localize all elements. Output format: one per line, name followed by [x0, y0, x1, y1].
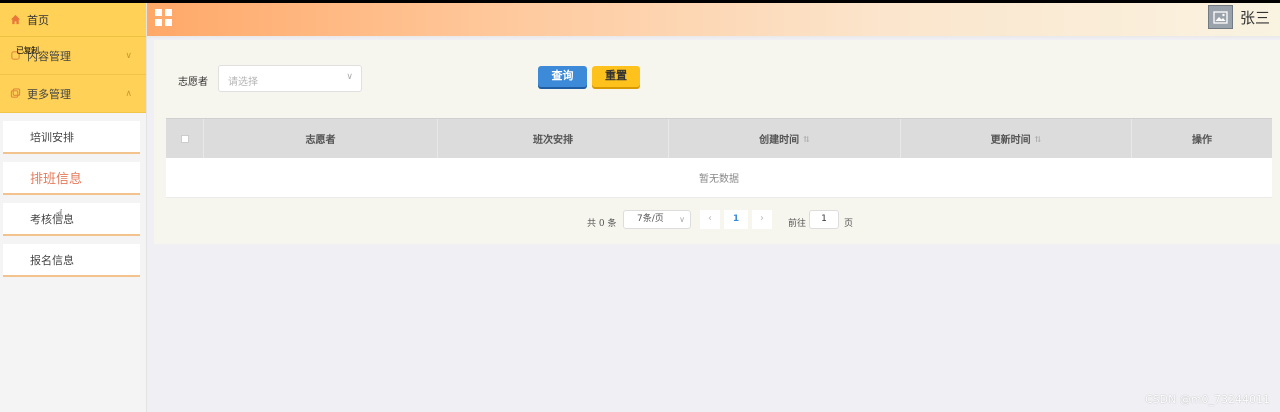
- volunteer-select[interactable]: 请选择 ∨: [218, 65, 362, 92]
- next-page-button[interactable]: ›: [752, 210, 772, 229]
- col-updated-time[interactable]: 更新时间 ⇅: [901, 119, 1132, 158]
- hand-cursor-icon: ☝: [55, 207, 64, 223]
- total-count: 共 0 条: [587, 219, 617, 229]
- home-icon: [10, 14, 21, 25]
- col-actions: 操作: [1192, 135, 1212, 146]
- sort-icon: ⇅: [803, 133, 810, 144]
- image-icon[interactable]: [1208, 5, 1233, 29]
- volunteer-filter-label: 志愿者: [178, 77, 208, 88]
- main-panel: 志愿者 请选择 ∨ 查询 重置 志愿者 班次安排 创建时间 ⇅ 更新时间 ⇅ 操作 …: [154, 40, 1280, 244]
- sidebar: 首页 内容管理 ∨ 更多管理 ∧ 已复制 培训安排 排班信息 考核信息 报名信息…: [0, 3, 147, 412]
- select-all-checkbox[interactable]: [166, 119, 204, 158]
- sidebar-item-home[interactable]: 首页: [0, 3, 146, 37]
- select-placeholder: 请选择: [228, 77, 258, 88]
- chevron-down-icon: ∨: [346, 72, 353, 82]
- sidebar-item-label: 首页: [27, 13, 49, 27]
- data-table: 志愿者 班次安排 创建时间 ⇅ 更新时间 ⇅ 操作 暂无数据: [166, 118, 1272, 198]
- watermark: CSDN @m0_73244011: [1144, 393, 1270, 406]
- goto-page-input[interactable]: 1: [809, 210, 839, 229]
- pagination: 共 0 条 7条/页 ∨ ‹ 1 › 前往 1 页: [154, 210, 1280, 230]
- page-size-select[interactable]: 7条/页 ∨: [623, 210, 691, 229]
- empty-text: 暂无数据: [699, 174, 739, 185]
- sidebar-group-more[interactable]: 更多管理 ∧: [0, 75, 146, 113]
- col-volunteer: 志愿者: [204, 119, 438, 158]
- query-button[interactable]: 查询: [538, 66, 587, 87]
- col-shift: 班次安排: [438, 119, 669, 158]
- sidebar-item-training[interactable]: 培训安排: [3, 121, 140, 154]
- top-header: 张三: [147, 3, 1280, 36]
- header-divider: [147, 36, 1280, 39]
- reset-button[interactable]: 重置: [592, 66, 640, 87]
- table-header: 志愿者 班次安排 创建时间 ⇅ 更新时间 ⇅ 操作: [166, 118, 1272, 158]
- goto-label: 前往: [788, 219, 807, 229]
- page-number[interactable]: 1: [724, 210, 748, 229]
- chevron-down-icon: ∨: [125, 51, 132, 61]
- submenu: 培训安排 排班信息 考核信息 报名信息: [0, 113, 146, 277]
- sidebar-group-content[interactable]: 内容管理 ∨: [0, 37, 146, 75]
- sidebar-item-schedule[interactable]: 排班信息: [3, 162, 140, 195]
- sidebar-item-registration[interactable]: 报名信息: [3, 244, 140, 277]
- sidebar-group-label: 更多管理: [27, 87, 71, 101]
- page-unit-label: 页: [844, 219, 854, 229]
- sort-icon: ⇅: [1034, 133, 1042, 144]
- grid-icon[interactable]: [155, 9, 172, 26]
- chevron-down-icon: ∨: [679, 215, 685, 224]
- copy-icon: [10, 88, 21, 98]
- sidebar-item-assessment[interactable]: 考核信息: [3, 203, 140, 236]
- col-created-time[interactable]: 创建时间 ⇅: [669, 119, 901, 158]
- copied-tooltip: 已复制: [16, 46, 39, 55]
- prev-page-button[interactable]: ‹: [700, 210, 720, 229]
- username[interactable]: 张三: [1240, 7, 1270, 28]
- chevron-up-icon: ∧: [125, 89, 132, 99]
- table-empty-row: 暂无数据: [166, 158, 1272, 198]
